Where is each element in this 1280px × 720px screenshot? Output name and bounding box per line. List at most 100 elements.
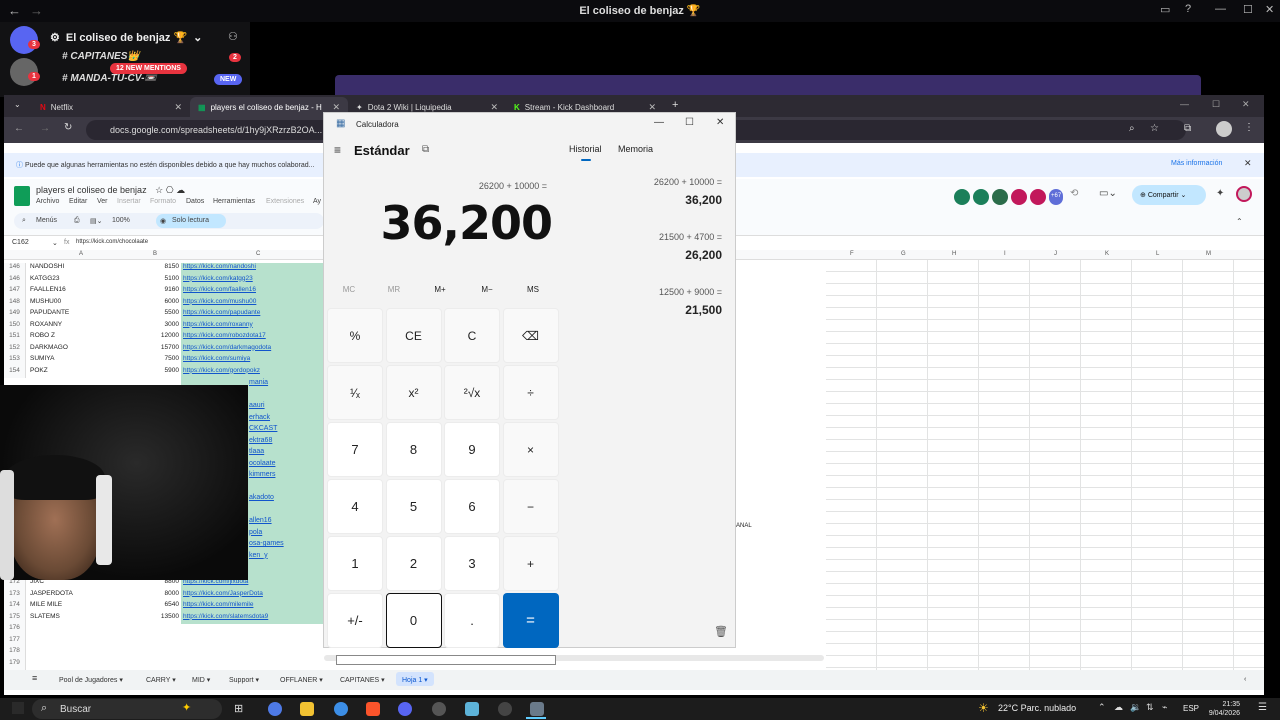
clock[interactable]: 21:35 9/04/2026 xyxy=(1200,700,1240,718)
table-row[interactable]: 174 MILE MILE 6540 https://kick.com/milemil… xyxy=(4,601,324,613)
brave-icon[interactable] xyxy=(366,702,380,716)
player-name-cell[interactable]: POKZ xyxy=(30,367,48,374)
link-cell[interactable]: allen16 xyxy=(249,517,272,524)
player-name-cell[interactable]: FAALLEN16 xyxy=(30,286,66,293)
table-row[interactable]: 146 NANDOSHI 8150 https://kick.com/nandoshi xyxy=(4,263,324,275)
link-cell[interactable]: https://kick.com/katgg23 xyxy=(181,274,324,286)
row-number[interactable]: 173 xyxy=(4,589,26,601)
start-icon[interactable] xyxy=(12,702,24,714)
tray-icon[interactable]: ☁ xyxy=(1114,702,1123,713)
reciprocal-button[interactable]: ¹⁄ₓ xyxy=(327,365,383,420)
zoom-icon[interactable]: ⌕ xyxy=(1129,123,1135,134)
column-header[interactable]: B xyxy=(153,251,157,257)
row-number[interactable]: 154 xyxy=(4,366,26,378)
table-row[interactable]: 154 POKZ 5900 https://kick.com/gordopokz xyxy=(4,366,324,378)
value-cell[interactable]: 8150 xyxy=(129,263,179,270)
avatar[interactable] xyxy=(1030,189,1046,205)
channel-capitanes[interactable]: # CAPITANES👑 xyxy=(62,51,140,62)
history-icon[interactable]: ⟲ xyxy=(1070,188,1078,199)
more-menu-icon[interactable]: ⋮ xyxy=(1244,122,1254,133)
add-user-icon[interactable]: ⚇ xyxy=(228,30,238,43)
maximize-icon[interactable]: ☐ xyxy=(1212,99,1220,110)
sheet-tab[interactable]: Pool de Jugadores ▾ xyxy=(59,676,123,684)
sheet-tab[interactable]: MID ▾ xyxy=(192,676,210,684)
row-number[interactable]: 146 xyxy=(4,263,26,275)
link-cell[interactable]: erhack xyxy=(249,414,270,421)
row-number[interactable]: 174 xyxy=(4,601,26,613)
menu-extensiones[interactable]: Extensiones xyxy=(266,198,304,205)
file-explorer-icon[interactable] xyxy=(300,702,314,716)
row-number[interactable]: 177 xyxy=(4,635,26,647)
column-header[interactable]: G xyxy=(901,251,906,257)
player-name-cell[interactable]: MILE MILE xyxy=(30,601,62,608)
cell-reference[interactable]: C162 xyxy=(12,239,29,246)
digit-0-button[interactable]: 0 xyxy=(385,593,442,648)
column-header[interactable]: K xyxy=(1105,251,1109,257)
row-number[interactable]: 146 xyxy=(4,274,26,286)
history-item[interactable]: 12500 + 9000 = 21,500 xyxy=(574,287,722,317)
player-name-cell[interactable]: SUMIYA xyxy=(30,355,54,362)
player-name-cell[interactable]: MUSHU00 xyxy=(30,298,61,305)
all-sheets-icon[interactable]: ≡ xyxy=(32,673,37,683)
row-number[interactable]: 152 xyxy=(4,343,26,355)
link-cell[interactable]: https://kick.com/sumiya xyxy=(181,355,324,367)
digit-6-button[interactable]: 6 xyxy=(444,479,500,534)
link-cell[interactable] xyxy=(181,636,324,648)
back-icon[interactable]: ← xyxy=(14,123,24,134)
bookmark-star-icon[interactable]: ☆ xyxy=(1150,123,1159,134)
extensions-icon[interactable]: ⧉ xyxy=(1184,123,1191,134)
minimize-icon[interactable]: — xyxy=(654,117,664,128)
more-info-link[interactable]: Más información xyxy=(1171,160,1222,167)
value-cell[interactable]: 3000 xyxy=(129,321,179,328)
search-menus-icon[interactable]: ⌕ xyxy=(22,217,26,225)
subtract-button[interactable]: − xyxy=(502,479,559,534)
menu-herramientas[interactable]: Herramientas xyxy=(213,198,255,205)
column-header[interactable]: A xyxy=(79,251,83,257)
link-cell[interactable]: CKCAST xyxy=(249,425,277,432)
memory-subtract-button[interactable]: M− xyxy=(464,285,510,294)
tab-historial[interactable]: Historial xyxy=(569,144,602,154)
equals-button[interactable]: = xyxy=(502,593,559,648)
history-item[interactable]: 21500 + 4700 = 26,200 xyxy=(574,232,722,262)
steam-icon[interactable] xyxy=(498,702,512,716)
link-cell[interactable]: aauri xyxy=(249,402,265,409)
close-banner-icon[interactable]: ✕ xyxy=(1244,158,1252,169)
collapse-icon[interactable]: ⌃ xyxy=(1236,217,1243,226)
row-number[interactable]: 176 xyxy=(4,624,26,636)
gemini-icon[interactable]: ✦ xyxy=(1216,188,1224,199)
row-number[interactable]: 178 xyxy=(4,647,26,659)
close-tab-icon[interactable]: ✕ xyxy=(174,102,182,113)
table-row[interactable]: 151 ROBO Z 12000 https://kick.com/robozdota… xyxy=(4,332,324,344)
menu-ver[interactable]: Ver xyxy=(97,198,108,205)
link-cell[interactable]: tlaaa xyxy=(249,448,264,455)
table-row[interactable]: 153 SUMIYA 7500 https://kick.com/sumiya xyxy=(4,355,324,367)
menus-search[interactable]: Menús xyxy=(36,217,57,224)
row-number[interactable]: 175 xyxy=(4,612,26,624)
value-cell[interactable]: 6540 xyxy=(129,601,179,608)
digit-4-button[interactable]: 4 xyxy=(327,479,383,534)
negate-button[interactable]: +/- xyxy=(327,593,383,648)
tab-netflix[interactable]: N Netflix ✕ xyxy=(32,97,190,117)
channel-manda-tu-cv[interactable]: # MANDA-TU-CV-📼 xyxy=(62,73,157,84)
close-icon[interactable]: ✕ xyxy=(716,117,724,128)
value-cell[interactable]: 9160 xyxy=(129,286,179,293)
table-row[interactable]: 175 SLATEMS 13500 https://kick.com/slatemsd… xyxy=(4,612,324,624)
digit-3-button[interactable]: 3 xyxy=(444,536,500,591)
link-cell[interactable]: https://kick.com/mushu00 xyxy=(181,297,324,309)
link-cell[interactable]: https://kick.com/darkmagodota xyxy=(181,343,324,355)
memory-recall-button[interactable]: MR xyxy=(371,285,417,294)
link-cell[interactable]: https://kick.com/slatemsdota9 xyxy=(181,612,324,624)
link-cell[interactable]: https://kick.com/roxanny xyxy=(181,320,324,332)
link-cell[interactable] xyxy=(181,647,324,659)
chrome-icon[interactable] xyxy=(334,702,348,716)
tray-chevron-icon[interactable]: ⌃ xyxy=(1098,702,1106,713)
link-cell[interactable] xyxy=(181,659,324,671)
link-cell[interactable]: kimmers xyxy=(249,471,275,478)
avatar[interactable] xyxy=(973,189,989,205)
obs-icon[interactable] xyxy=(432,702,446,716)
menu-ayuda[interactable]: Ay xyxy=(313,198,321,205)
minimize-icon[interactable]: — xyxy=(1180,99,1189,109)
link-cell[interactable]: https://kick.com/nandoshi xyxy=(181,263,324,275)
player-name-cell[interactable]: DARKMAGO xyxy=(30,344,68,351)
row-number[interactable]: 153 xyxy=(4,355,26,367)
